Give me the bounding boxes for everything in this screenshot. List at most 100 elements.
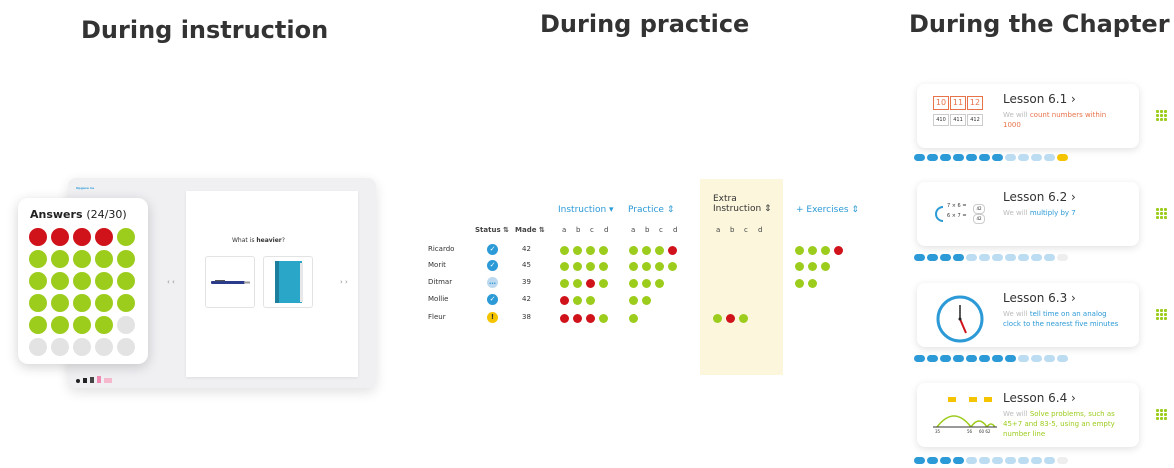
instruction-result-dot[interactable] <box>573 314 582 323</box>
instruction-result-dot[interactable] <box>560 246 569 255</box>
progress-pill[interactable] <box>1044 457 1055 464</box>
progress-pill[interactable] <box>927 457 938 464</box>
progress-pill[interactable] <box>1005 254 1016 261</box>
exercises-result-dot[interactable] <box>821 262 830 271</box>
tool-pen-icon[interactable] <box>83 378 87 383</box>
instruction-result-dot[interactable] <box>573 296 582 305</box>
practice-result-dot[interactable] <box>655 279 664 288</box>
practice-result-dot[interactable] <box>642 296 651 305</box>
tool-highlighter-icon[interactable] <box>97 376 101 383</box>
progress-pill[interactable] <box>953 355 964 362</box>
progress-pill[interactable] <box>992 154 1003 161</box>
instruction-column-header[interactable]: Instruction ▾ <box>558 205 614 215</box>
progress-pill[interactable] <box>1018 355 1029 362</box>
progress-pill[interactable] <box>914 457 925 464</box>
progress-pill[interactable] <box>979 254 990 261</box>
answer-option-book[interactable] <box>263 256 313 308</box>
progress-pill[interactable] <box>940 254 951 261</box>
lesson-title[interactable]: Lesson 6.4 › <box>1003 391 1076 405</box>
progress-pill[interactable] <box>1044 154 1055 161</box>
answer-dot-3[interactable] <box>73 228 91 246</box>
progress-pill[interactable] <box>1044 254 1055 261</box>
instruction-result-dot[interactable] <box>560 314 569 323</box>
exercises-result-dot[interactable] <box>808 262 817 271</box>
progress-pill[interactable] <box>1031 254 1042 261</box>
lesson-overview-grid-icon[interactable] <box>1156 409 1167 420</box>
practice-result-dot[interactable] <box>642 279 651 288</box>
practice-result-dot[interactable] <box>629 296 638 305</box>
answer-dot-14[interactable] <box>95 272 113 290</box>
extra-result-dot[interactable] <box>713 314 722 323</box>
progress-pill[interactable] <box>966 154 977 161</box>
instruction-result-dot[interactable] <box>586 262 595 271</box>
tool-marker-icon[interactable] <box>90 377 94 383</box>
progress-pill[interactable] <box>966 254 977 261</box>
progress-pill[interactable] <box>927 355 938 362</box>
progress-pill[interactable] <box>1018 254 1029 261</box>
lesson-card-2[interactable]: 7 × 6 = 6 × 7 = 42 42 Lesson 6.2 › We will mu… <box>917 182 1139 246</box>
exercises-result-dot[interactable] <box>834 246 843 255</box>
answer-dot-25[interactable] <box>117 316 135 334</box>
lesson-card-1[interactable]: 10 11 12 410 411 412 Lesson 6.1 › We will count… <box>917 84 1139 148</box>
progress-pill[interactable] <box>979 457 990 464</box>
instruction-result-dot[interactable] <box>599 246 608 255</box>
answer-dot-16[interactable] <box>29 294 47 312</box>
practice-result-dot[interactable] <box>655 246 664 255</box>
progress-pill[interactable] <box>914 355 925 362</box>
instruction-result-dot[interactable] <box>573 246 582 255</box>
practice-result-dot[interactable] <box>642 262 651 271</box>
answer-dot-15[interactable] <box>117 272 135 290</box>
answer-dot-8[interactable] <box>73 250 91 268</box>
answer-dot-18[interactable] <box>73 294 91 312</box>
practice-result-dot[interactable] <box>629 262 638 271</box>
answer-dot-22[interactable] <box>51 316 69 334</box>
progress-pill[interactable] <box>1057 254 1068 261</box>
answer-dot-12[interactable] <box>51 272 69 290</box>
table-row[interactable] <box>420 277 860 291</box>
answer-dot-4[interactable] <box>95 228 113 246</box>
progress-pill[interactable] <box>979 355 990 362</box>
practice-result-dot[interactable] <box>655 262 664 271</box>
answer-dot-9[interactable] <box>95 250 113 268</box>
instruction-result-dot[interactable] <box>586 314 595 323</box>
progress-pill[interactable] <box>992 254 1003 261</box>
progress-pill[interactable] <box>979 154 990 161</box>
progress-pill[interactable] <box>1031 355 1042 362</box>
answer-dot-10[interactable] <box>117 250 135 268</box>
answer-dot-23[interactable] <box>73 316 91 334</box>
instruction-result-dot[interactable] <box>573 262 582 271</box>
progress-pill[interactable] <box>927 254 938 261</box>
practice-result-dot[interactable] <box>629 246 638 255</box>
lesson-card-3[interactable]: Lesson 6.3 › We will tell time on an anal… <box>917 283 1139 347</box>
progress-pill[interactable] <box>953 457 964 464</box>
prev-slide-arrow[interactable]: ‹ ‹ <box>167 278 175 286</box>
table-row[interactable] <box>420 244 860 258</box>
progress-pill[interactable] <box>1057 154 1068 161</box>
instruction-result-dot[interactable] <box>599 262 608 271</box>
answer-dot-7[interactable] <box>51 250 69 268</box>
answer-dot-30[interactable] <box>117 338 135 356</box>
progress-pill[interactable] <box>1031 154 1042 161</box>
answer-dot-21[interactable] <box>29 316 47 334</box>
progress-pill[interactable] <box>940 355 951 362</box>
instruction-result-dot[interactable] <box>560 262 569 271</box>
progress-pill[interactable] <box>1018 154 1029 161</box>
progress-pill[interactable] <box>1018 457 1029 464</box>
table-row[interactable] <box>420 294 860 308</box>
practice-result-dot[interactable] <box>629 314 638 323</box>
table-row[interactable] <box>420 312 860 326</box>
progress-pill[interactable] <box>992 457 1003 464</box>
answer-dot-13[interactable] <box>73 272 91 290</box>
next-slide-arrow[interactable]: › › <box>340 278 348 286</box>
instruction-result-dot[interactable] <box>573 279 582 288</box>
status-column-header[interactable]: Status ⇅ <box>475 226 509 234</box>
answer-dot-24[interactable] <box>95 316 113 334</box>
instruction-result-dot[interactable] <box>560 296 569 305</box>
lesson-overview-grid-icon[interactable] <box>1156 110 1167 121</box>
instruction-result-dot[interactable] <box>560 279 569 288</box>
exercises-result-dot[interactable] <box>795 262 804 271</box>
answer-dot-19[interactable] <box>95 294 113 312</box>
lesson-title[interactable]: Lesson 6.2 › <box>1003 190 1076 204</box>
progress-pill[interactable] <box>1005 154 1016 161</box>
answer-dot-1[interactable] <box>29 228 47 246</box>
